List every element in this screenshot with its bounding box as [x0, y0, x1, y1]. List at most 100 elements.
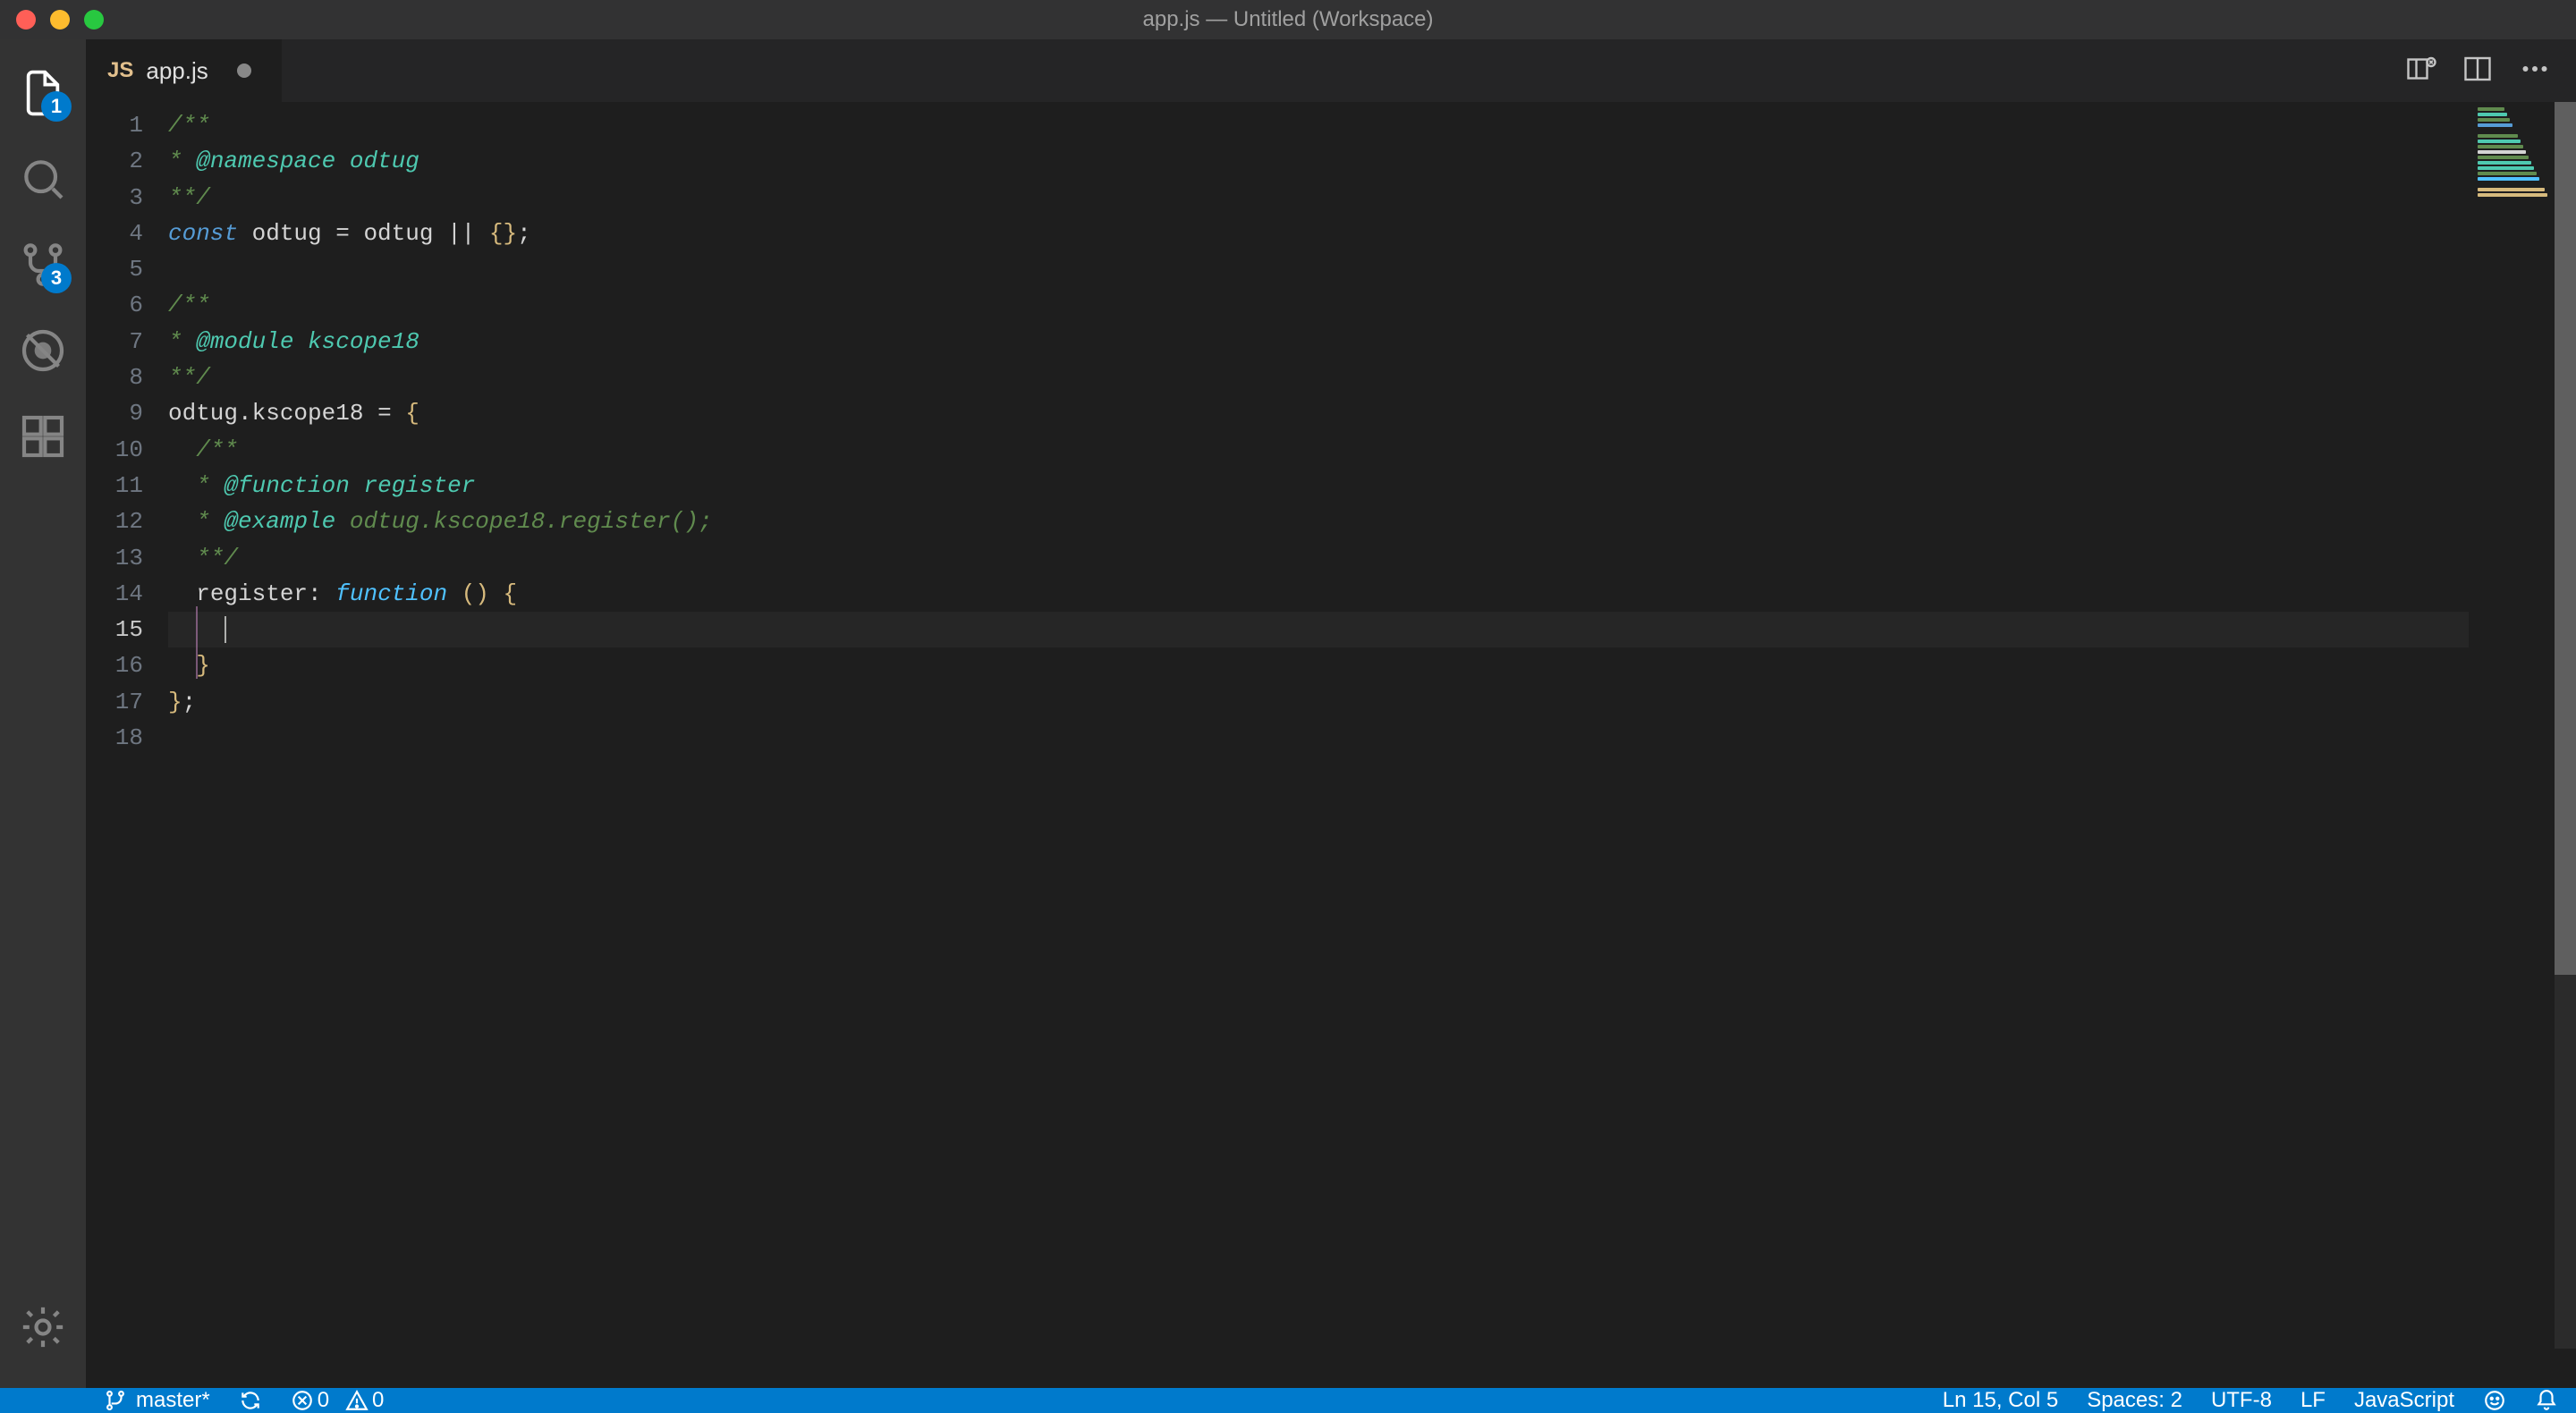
code-line[interactable]: * @function register: [168, 468, 2469, 503]
code-line[interactable]: /**: [168, 107, 2469, 143]
smiley-icon: [2483, 1389, 2506, 1412]
code-line[interactable]: [168, 612, 2469, 647]
code-line[interactable]: [168, 720, 2469, 756]
line-number: 1: [86, 107, 168, 143]
text-cursor: [225, 616, 226, 643]
tab-filename: app.js: [146, 57, 208, 85]
minimize-window-button[interactable]: [50, 10, 70, 30]
code-line[interactable]: * @module kscope18: [168, 324, 2469, 360]
activitybar: 1 3: [0, 39, 86, 1388]
activity-source-control[interactable]: 3: [0, 222, 86, 308]
minimap-line: [2478, 113, 2507, 116]
minimap-line: [2478, 193, 2547, 197]
minimap-line: [2478, 172, 2537, 175]
code-line[interactable]: const odtug = odtug || {};: [168, 216, 2469, 251]
code-line[interactable]: odtug.kscope18 = {: [168, 395, 2469, 431]
activity-extensions[interactable]: [0, 393, 86, 479]
line-number: 12: [86, 503, 168, 539]
line-number: 9: [86, 395, 168, 431]
editor: JS app.js: [86, 39, 2576, 1349]
window-title: app.js — Untitled (Workspace): [1142, 7, 1433, 32]
activity-explorer[interactable]: 1: [0, 50, 86, 136]
activity-debug[interactable]: [0, 308, 86, 393]
code-line[interactable]: **/: [168, 360, 2469, 395]
minimap-line: [2478, 118, 2510, 122]
status-feedback[interactable]: [2483, 1389, 2506, 1412]
git-branch-icon: [104, 1389, 127, 1412]
code-line[interactable]: [168, 251, 2469, 287]
minimap-line: [2478, 150, 2526, 154]
tab-app-js[interactable]: JS app.js: [86, 39, 282, 102]
line-number: 16: [86, 647, 168, 683]
code-line[interactable]: * @namespace odtug: [168, 143, 2469, 179]
statusbar: master* 0 0 Ln 15, Col 5 Spaces: 2 UTF-8…: [86, 1388, 2576, 1413]
minimap-line: [2478, 161, 2531, 165]
status-branch[interactable]: master*: [104, 1388, 210, 1413]
vertical-scrollbar[interactable]: [2555, 102, 2576, 1349]
warning-icon: [345, 1389, 369, 1412]
dirty-indicator-icon: [237, 63, 251, 78]
more-actions-icon[interactable]: [2519, 53, 2551, 89]
line-number: 3: [86, 180, 168, 216]
minimap-line: [2478, 123, 2512, 127]
code-line[interactable]: **/: [168, 180, 2469, 216]
status-encoding[interactable]: UTF-8: [2211, 1388, 2272, 1413]
status-eol[interactable]: LF: [2301, 1388, 2326, 1413]
search-icon: [18, 154, 68, 204]
line-number: 4: [86, 216, 168, 251]
minimap-line: [2478, 177, 2539, 181]
minimap-line: [2478, 182, 2542, 186]
minimap-line: [2478, 134, 2518, 138]
bell-icon: [2535, 1389, 2558, 1412]
error-icon: [291, 1389, 314, 1412]
warning-count: 0: [372, 1388, 384, 1413]
status-cursor-position[interactable]: Ln 15, Col 5: [1943, 1388, 2058, 1413]
line-number: 14: [86, 576, 168, 612]
editor-body[interactable]: 123456789101112131415161718 /*** @namesp…: [86, 102, 2576, 1349]
line-number: 8: [86, 360, 168, 395]
minimap-line: [2478, 129, 2515, 132]
gear-icon: [18, 1302, 68, 1352]
minimap-line: [2478, 188, 2545, 191]
status-language[interactable]: JavaScript: [2354, 1388, 2454, 1413]
line-number: 5: [86, 251, 168, 287]
scm-badge: 3: [41, 263, 72, 293]
minimap-line: [2478, 166, 2534, 170]
code-line[interactable]: }: [168, 647, 2469, 683]
close-window-button[interactable]: [16, 10, 36, 30]
status-indentation[interactable]: Spaces: 2: [2087, 1388, 2182, 1413]
code-line[interactable]: /**: [168, 432, 2469, 468]
line-number: 18: [86, 720, 168, 756]
status-problems[interactable]: 0 0: [291, 1388, 385, 1413]
line-number: 13: [86, 540, 168, 576]
zoom-window-button[interactable]: [84, 10, 104, 30]
status-notifications[interactable]: [2535, 1389, 2558, 1412]
code-line[interactable]: **/: [168, 540, 2469, 576]
code-line[interactable]: /**: [168, 287, 2469, 323]
minimap-line: [2478, 107, 2504, 111]
branch-name: master*: [136, 1388, 210, 1413]
js-file-icon: JS: [107, 58, 133, 83]
window-controls: [16, 10, 104, 30]
error-count: 0: [318, 1388, 329, 1413]
code-area[interactable]: /*** @namespace odtug**/const odtug = od…: [168, 102, 2469, 1349]
tabs: JS app.js: [86, 39, 2576, 102]
status-sync[interactable]: [239, 1389, 262, 1412]
code-line[interactable]: * @example odtug.kscope18.register();: [168, 503, 2469, 539]
bracket-pair-guide: [196, 606, 198, 679]
scrollbar-thumb[interactable]: [2555, 102, 2576, 975]
code-line[interactable]: };: [168, 684, 2469, 720]
line-number: 7: [86, 324, 168, 360]
statusbar-activity-corner: [0, 1388, 86, 1413]
titlebar: app.js — Untitled (Workspace): [0, 0, 2576, 39]
line-number-gutter: 123456789101112131415161718: [86, 102, 168, 1349]
activity-search[interactable]: [0, 136, 86, 222]
minimap-line: [2478, 140, 2521, 143]
code-line[interactable]: register: function () {: [168, 576, 2469, 612]
split-editor-icon[interactable]: [2462, 53, 2494, 89]
activity-settings[interactable]: [0, 1284, 86, 1370]
extensions-icon: [18, 411, 68, 461]
open-changes-icon[interactable]: [2404, 53, 2436, 89]
minimap-line: [2478, 145, 2523, 148]
line-number: 2: [86, 143, 168, 179]
